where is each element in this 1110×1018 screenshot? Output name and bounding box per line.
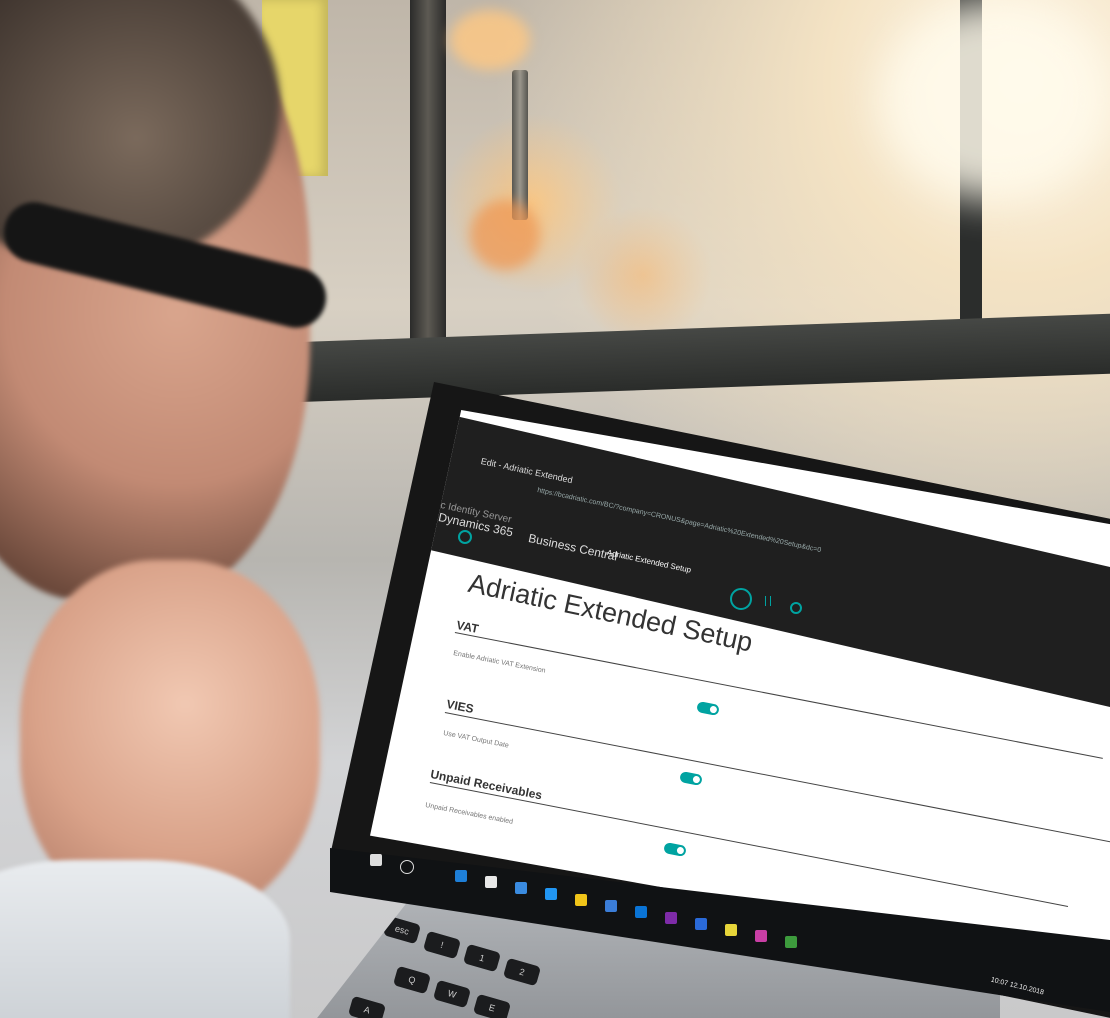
back-icon[interactable] bbox=[458, 530, 472, 544]
field-label: Unpaid Receivables enabled bbox=[424, 802, 514, 826]
app-icon[interactable] bbox=[605, 900, 617, 912]
photo-scene: esc ! 1 2 Q W E A Adriatic Identity Serv… bbox=[0, 0, 1110, 1018]
start-icon[interactable] bbox=[370, 854, 382, 866]
search-icon[interactable] bbox=[790, 602, 802, 614]
key: E bbox=[472, 993, 512, 1018]
notes-icon[interactable] bbox=[575, 894, 587, 906]
edge-icon[interactable] bbox=[455, 870, 467, 882]
store-icon[interactable] bbox=[515, 882, 527, 894]
search-icon[interactable] bbox=[400, 860, 414, 874]
key: A bbox=[347, 995, 387, 1018]
key: Q bbox=[392, 965, 432, 995]
app-icon[interactable] bbox=[785, 936, 797, 948]
bokeh-light bbox=[880, 0, 1110, 200]
key: W bbox=[432, 979, 472, 1009]
field-label: Use VAT Output Date bbox=[442, 730, 510, 750]
toggle-switch[interactable] bbox=[663, 842, 687, 857]
field-label: Enable Adriatic VAT Extension bbox=[452, 650, 547, 675]
edit-icon[interactable] bbox=[730, 588, 752, 610]
vs-icon[interactable] bbox=[695, 918, 707, 930]
app-icon[interactable] bbox=[725, 924, 737, 936]
key: 2 bbox=[502, 957, 542, 987]
toggle-switch[interactable] bbox=[679, 771, 703, 786]
app-icon[interactable] bbox=[635, 906, 647, 918]
mail-icon[interactable] bbox=[485, 876, 497, 888]
window-hinge bbox=[512, 70, 528, 220]
person-shirt bbox=[0, 860, 290, 1018]
skype-icon[interactable] bbox=[545, 888, 557, 900]
divider bbox=[444, 712, 1110, 843]
key: 1 bbox=[462, 943, 502, 973]
bokeh-light bbox=[450, 10, 530, 70]
key: ! bbox=[422, 930, 462, 960]
onenote-icon[interactable] bbox=[665, 912, 677, 924]
add-icon[interactable] bbox=[765, 596, 771, 606]
toggle-switch[interactable] bbox=[696, 701, 720, 716]
bokeh-light bbox=[470, 200, 540, 270]
app-icon[interactable] bbox=[755, 930, 767, 942]
